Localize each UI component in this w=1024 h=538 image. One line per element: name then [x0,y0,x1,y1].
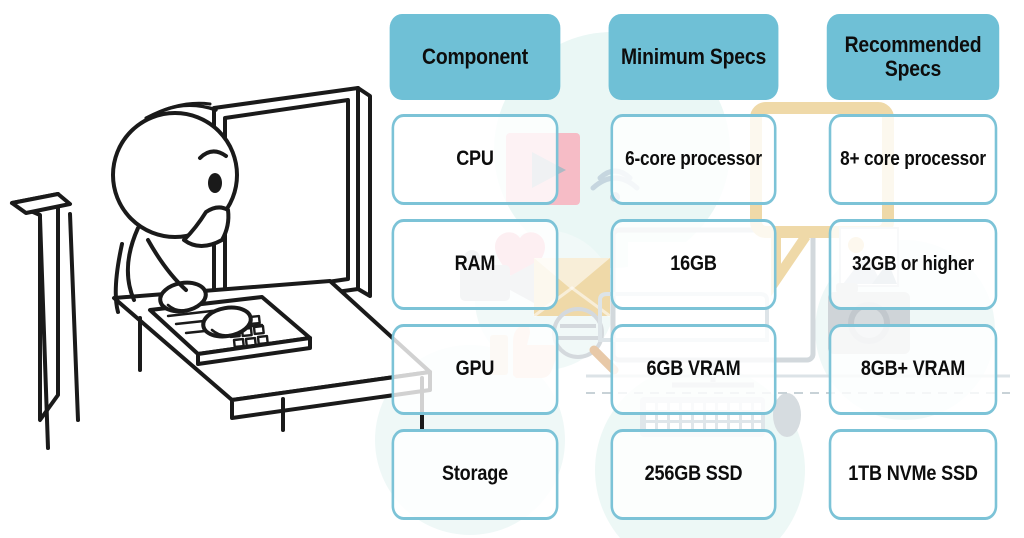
hair-strand [138,103,218,126]
cell-component-ram: RAM [391,219,559,310]
finger [210,328,232,337]
header-cell-recommended-specs: Recommended Specs [826,14,1000,100]
chair-top [10,192,72,215]
cell-minimum-cpu: 6-core processor [610,114,777,205]
eyebrow [198,149,228,160]
table-header-row: Component Minimum Specs Recommended Spec… [378,14,1012,100]
infographic-canvas: Component Minimum Specs Recommended Spec… [0,0,1024,538]
cell-recommended-ram: 32GB or higher [828,219,998,310]
monitor-stand-base [234,318,346,347]
table-row: Storage 256GB SSD 1TB NVMe SSD [378,429,1012,520]
finger [166,303,188,312]
keyboard [148,295,312,356]
monitor-bezel [223,98,350,299]
head [111,111,239,239]
hand-left [158,280,208,314]
cell-recommended-gpu: 8GB+ VRAM [828,324,998,415]
cell-component-storage: Storage [391,429,559,520]
header-cell-component: Component [389,14,561,100]
cell-minimum-ram: 16GB [610,219,777,310]
monitor-stand-neck [260,298,288,337]
cell-component-gpu: GPU [391,324,559,415]
chair-leg [38,216,50,450]
mouth-open [182,205,231,248]
chair-back [10,192,60,422]
chair-leg [68,212,80,422]
hand-right [201,305,253,339]
table-row: RAM 16GB 32GB or higher [378,219,1012,310]
shoulder [113,242,124,314]
monitor-outer [212,86,360,311]
table-row: CPU 6-core processor 8+ core processor [378,114,1012,205]
cell-component-cpu: CPU [391,114,559,205]
header-cell-minimum-specs: Minimum Specs [608,14,779,100]
monitor-side [356,86,372,298]
table-row: GPU 6GB VRAM 8GB+ VRAM [378,324,1012,415]
cell-recommended-cpu: 8+ core processor [828,114,998,205]
cell-recommended-storage: 1TB NVMe SSD [828,429,998,520]
cell-minimum-storage: 256GB SSD [610,429,777,520]
specs-comparison-table: Component Minimum Specs Recommended Spec… [378,14,1012,524]
body [125,226,140,302]
keyboard-edge [196,336,312,366]
eye [208,173,222,193]
hair-strand [144,101,212,120]
cell-minimum-gpu: 6GB VRAM [610,324,777,415]
arm [146,238,188,292]
